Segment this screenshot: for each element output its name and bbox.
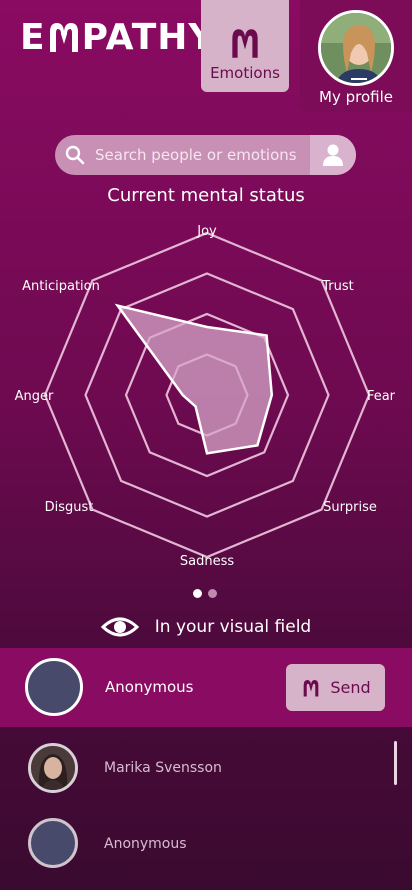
app-header: E PATHY Emotions My profile — [0, 0, 412, 115]
logo-text-start: E — [20, 17, 46, 58]
visual-field-label: In your visual field — [154, 617, 312, 637]
logo-text-end: PATHY — [81, 17, 216, 58]
radar-axis-label: Anticipation — [22, 279, 100, 294]
avatar — [28, 818, 78, 868]
emotion-radar-chart: Joy Trust Fear Surprise Sadness Disgust Anger A… — [15, 224, 396, 569]
radar-axis-label: Surprise — [323, 500, 377, 515]
avatar — [25, 658, 83, 716]
list-scrollbar[interactable] — [394, 741, 397, 785]
eye-icon — [100, 617, 139, 637]
person-name: Anonymous — [105, 678, 194, 696]
tab-emotions-label: Emotions — [210, 64, 280, 82]
people-filter-button[interactable] — [310, 135, 356, 175]
radar-axis-label: Fear — [367, 389, 396, 404]
app-logo: E PATHY — [20, 18, 216, 58]
tab-my-profile[interactable]: My profile — [300, 0, 412, 112]
send-emotion-button[interactable]: Send — [286, 664, 385, 711]
radar-axis-label: Disgust — [45, 500, 94, 515]
radar-axis-label: Sadness — [180, 554, 234, 569]
emotions-heart-icon — [232, 29, 258, 58]
pager-dot[interactable] — [208, 589, 217, 598]
search-input[interactable]: Search people or emotions — [95, 146, 310, 164]
radar-axis-label: Trust — [321, 279, 353, 294]
person-name[interactable]: Anonymous — [104, 836, 187, 852]
avatar — [28, 743, 78, 793]
radar-axis-label: Joy — [196, 224, 217, 239]
pager-dots — [193, 589, 217, 598]
search-icon — [65, 145, 85, 165]
visual-field-header: In your visual field — [0, 612, 412, 642]
search-bar[interactable]: Search people or emotions — [55, 135, 356, 175]
person-icon — [323, 144, 343, 166]
radar-axis-label: Anger — [15, 389, 54, 404]
tab-my-profile-label: My profile — [319, 88, 393, 106]
pager-dot-active[interactable] — [193, 589, 202, 598]
tab-emotions[interactable]: Emotions — [201, 0, 289, 92]
send-label: Send — [330, 678, 371, 697]
logo-heart-m-icon — [49, 23, 78, 52]
mental-status-title: Current mental status — [107, 185, 305, 206]
person-name[interactable]: Marika Svensson — [104, 760, 222, 776]
heart-m-icon — [304, 679, 319, 697]
profile-avatar — [318, 10, 394, 86]
